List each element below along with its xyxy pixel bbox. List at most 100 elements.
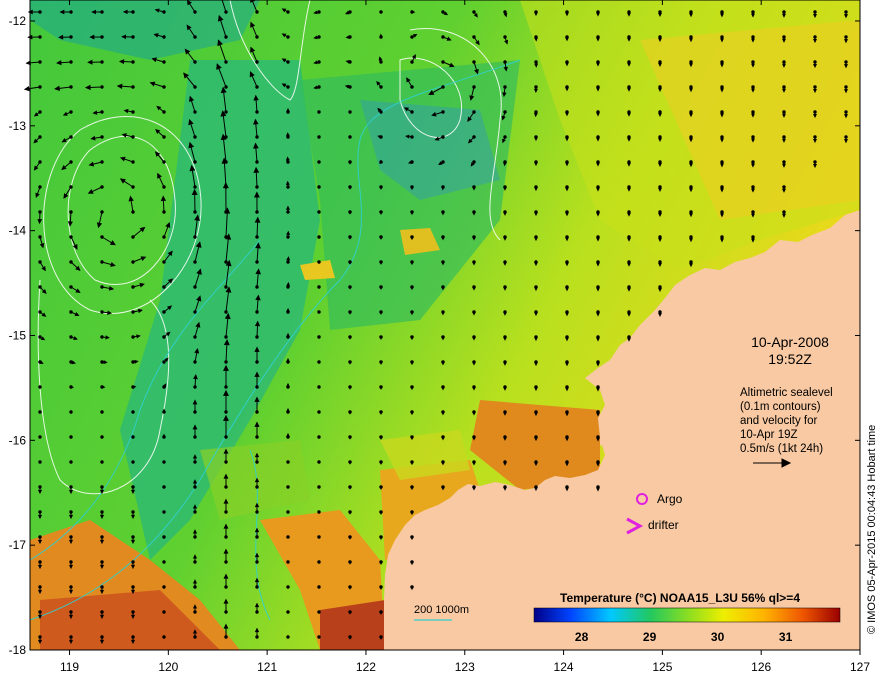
drifter-label: drifter xyxy=(648,518,679,532)
velocity-vector-origin xyxy=(162,485,166,489)
argo-label: Argo xyxy=(657,492,683,506)
velocity-vector-origin xyxy=(38,385,42,389)
velocity-arrowhead xyxy=(348,486,352,490)
velocity-vector-origin xyxy=(317,335,321,339)
velocity-vector-origin xyxy=(38,435,42,439)
lon-tick-label: 127 xyxy=(850,660,870,674)
velocity-vector-origin xyxy=(162,635,166,639)
velocity-vector-origin xyxy=(317,160,321,164)
velocity-arrowhead xyxy=(379,261,383,266)
velocity-vector-origin xyxy=(317,185,321,189)
velocity-vector-origin xyxy=(162,510,166,514)
velocity-vector-origin xyxy=(100,435,104,439)
velocity-vector-origin xyxy=(286,485,290,489)
velocity-arrowhead xyxy=(379,336,383,341)
lon-tick-label: 121 xyxy=(257,660,277,674)
velocity-arrowhead xyxy=(379,160,384,165)
velocity-arrowhead xyxy=(23,86,30,92)
velocity-vector-origin xyxy=(317,585,321,589)
velocity-arrowhead xyxy=(27,9,33,15)
velocity-arrowhead xyxy=(348,461,352,465)
velocity-vector-origin xyxy=(379,10,383,14)
lat-tick-label: -13 xyxy=(9,119,27,133)
velocity-arrowhead xyxy=(410,461,414,466)
velocity-vector-origin xyxy=(286,635,290,639)
lon-tick-label: 125 xyxy=(652,660,672,674)
lon-tick-label: 124 xyxy=(554,660,574,674)
velocity-vector-origin xyxy=(317,210,321,214)
velocity-vector-origin xyxy=(317,310,321,314)
credit-text: © IMOS 05-Apr-2015 00:04:43 Hobart time xyxy=(866,424,878,634)
velocity-vector-origin xyxy=(348,110,352,114)
altimetry-line-3: and velocity for xyxy=(740,415,818,427)
altimetry-line-2: (0.1m contours) xyxy=(740,401,821,413)
velocity-vector-origin xyxy=(317,110,321,114)
velocity-arrowhead xyxy=(410,586,414,591)
lat-tick-label: -12 xyxy=(9,14,27,28)
velocity-arrowhead xyxy=(348,211,352,215)
time-text: 19:52Z xyxy=(768,351,812,367)
velocity-arrowhead xyxy=(379,186,383,191)
velocity-arrowhead xyxy=(348,561,352,565)
velocity-vector-origin xyxy=(286,560,290,564)
velocity-vector-origin xyxy=(69,460,73,464)
velocity-arrowhead xyxy=(410,511,414,516)
velocity-arrowhead xyxy=(348,586,352,590)
velocity-arrowhead xyxy=(379,286,383,291)
velocity-vector-origin xyxy=(317,260,321,264)
velocity-vector-origin xyxy=(317,635,321,639)
velocity-arrowhead xyxy=(379,486,383,491)
depth-legend-label: 200 1000m xyxy=(414,604,470,616)
velocity-vector-origin xyxy=(286,510,290,514)
velocity-arrowhead xyxy=(379,211,383,216)
velocity-vector-origin xyxy=(317,360,321,364)
velocity-arrowhead xyxy=(410,261,414,266)
velocity-vector-origin xyxy=(317,610,321,614)
colorbar-gradient xyxy=(533,607,841,623)
velocity-arrowhead xyxy=(348,511,352,515)
velocity-vector-origin xyxy=(317,410,321,414)
velocity-arrowhead xyxy=(379,611,383,616)
date-text: 10-Apr-2008 xyxy=(751,334,829,350)
velocity-arrowhead xyxy=(348,286,352,290)
lat-tick-label: -14 xyxy=(9,224,27,238)
colorbar-tick-label: 30 xyxy=(711,630,725,644)
lon-tick-label: 122 xyxy=(356,660,376,674)
velocity-arrowhead xyxy=(348,611,352,615)
velocity-vector-origin xyxy=(317,285,321,289)
velocity-vector-origin xyxy=(286,535,290,539)
lat-tick-label: -16 xyxy=(9,433,27,447)
velocity-arrowhead xyxy=(379,636,383,641)
date-time-block: 10-Apr-2008 19:52Z xyxy=(738,334,842,368)
velocity-arrowhead xyxy=(410,311,414,316)
velocity-vector-origin xyxy=(38,410,42,414)
velocity-arrowhead xyxy=(410,486,414,491)
lon-tick-label: 126 xyxy=(751,660,771,674)
velocity-vector-origin xyxy=(317,510,321,514)
velocity-arrowhead xyxy=(348,436,352,440)
colorbar-tick-label: 31 xyxy=(779,630,793,644)
lon-tick-label: 119 xyxy=(60,660,79,674)
velocity-arrowhead xyxy=(348,411,352,415)
velocity-arrowhead xyxy=(410,186,414,191)
lat-tick-label: -17 xyxy=(9,538,27,552)
velocity-vector-origin xyxy=(131,435,135,439)
velocity-arrowhead xyxy=(379,436,383,441)
velocity-vector-origin xyxy=(131,410,135,414)
altimetry-line-1: Altimetric sealevel xyxy=(740,387,833,399)
velocity-arrowhead xyxy=(348,236,352,240)
velocity-arrowhead xyxy=(410,386,414,391)
velocity-arrowhead xyxy=(379,461,383,466)
velocity-vector-origin xyxy=(131,460,135,464)
velocity-vector-origin xyxy=(162,460,166,464)
velocity-vector-origin xyxy=(69,410,73,414)
velocity-arrowhead xyxy=(410,286,414,291)
lat-tick-label: -18 xyxy=(9,643,27,657)
velocity-arrowhead xyxy=(379,361,383,366)
velocity-vector-origin xyxy=(286,585,290,589)
velocity-arrowhead xyxy=(379,561,383,566)
velocity-vector-origin xyxy=(162,560,166,564)
velocity-vector-origin xyxy=(317,485,321,489)
lon-tick-label: 123 xyxy=(455,660,475,674)
velocity-arrowhead xyxy=(348,161,352,165)
